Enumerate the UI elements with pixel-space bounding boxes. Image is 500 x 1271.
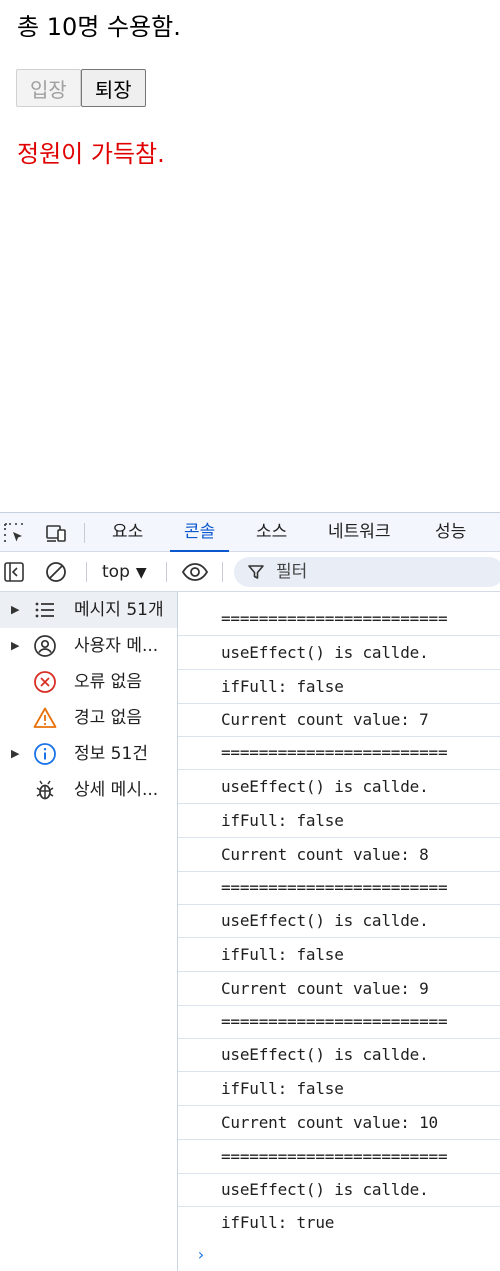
console-message[interactable]: ifFull: true: [178, 1206, 500, 1240]
context-label: top: [102, 562, 130, 582]
eye-icon[interactable]: [181, 560, 209, 584]
devtools-tabbar: 요소 콘솔 소스 네트워크 성능: [0, 512, 500, 552]
console-message-text: useEffect() is callde.: [221, 1180, 429, 1199]
console-message[interactable]: ========================: [178, 602, 500, 636]
console-message[interactable]: useEffect() is callde.: [178, 904, 500, 938]
console-message-text: Current count value: 8: [221, 845, 429, 864]
bug-icon: [33, 778, 57, 802]
console-message[interactable]: ifFull: false: [178, 938, 500, 972]
console-message-text: useEffect() is callde.: [221, 777, 429, 796]
sidebar-item-errors[interactable]: 오류 없음: [0, 664, 177, 700]
caret-down-icon: ▼: [135, 565, 147, 581]
console-message[interactable]: Current count value: 10: [178, 1106, 500, 1140]
console-message[interactable]: useEffect() is callde.: [178, 1038, 500, 1072]
enter-button[interactable]: 입장: [16, 69, 81, 107]
sidebar-toggle-icon[interactable]: [2, 560, 26, 584]
toolbar-divider: [84, 523, 85, 543]
console-message-text: ifFull: false: [221, 811, 344, 830]
tab-console[interactable]: 콘솔: [169, 513, 230, 552]
exit-button[interactable]: 퇴장: [80, 69, 146, 107]
page-content: 총 10명 수용함. 입장 퇴장 정원이 가득참.: [0, 0, 500, 512]
filter-placeholder: 필터: [276, 562, 308, 582]
sidebar-item-user-messages[interactable]: ▶ 사용자 메...: [0, 628, 177, 664]
context-selector[interactable]: top ▼: [102, 560, 147, 584]
console-log-area: ======================== useEffect() is …: [178, 592, 500, 1271]
console-message-text: useEffect() is callde.: [221, 1045, 429, 1064]
sidebar-item-label: 상세 메시...: [74, 780, 159, 800]
console-message-text: useEffect() is callde.: [221, 643, 429, 662]
console-message[interactable]: ifFull: false: [178, 804, 500, 838]
user-icon: [33, 634, 57, 658]
console-message[interactable]: ========================: [178, 1005, 500, 1039]
sidebar-item-info[interactable]: ▶ 정보 51건: [0, 736, 177, 772]
console-message-text: useEffect() is callde.: [221, 911, 429, 930]
expand-triangle-icon[interactable]: ▶: [11, 603, 19, 616]
full-message: 정원이 가득참.: [17, 140, 165, 168]
console-message-text: ifFull: false: [221, 677, 344, 696]
console-message-text: Current count value: 7: [221, 710, 429, 729]
sidebar-item-label: 정보 51건: [74, 744, 148, 764]
clear-console-icon[interactable]: [44, 560, 68, 584]
console-message-text: ========================: [221, 1012, 448, 1031]
sidebar-item-verbose[interactable]: 상세 메시...: [0, 772, 177, 808]
expand-triangle-icon[interactable]: ▶: [11, 747, 19, 760]
console-toolbar: top ▼ 필터: [0, 552, 500, 592]
console-message[interactable]: Current count value: 7: [178, 703, 500, 737]
tab-sources[interactable]: 소스: [256, 513, 287, 552]
sidebar-item-warnings[interactable]: 경고 없음: [0, 700, 177, 736]
console-message-text: Current count value: 9: [221, 979, 429, 998]
info-icon: [33, 742, 57, 766]
list-icon: [33, 598, 57, 622]
console-message-text: Current count value: 10: [221, 1113, 438, 1132]
console-prompt[interactable]: ›: [196, 1245, 206, 1264]
sidebar-item-label: 경고 없음: [74, 708, 142, 728]
console-message[interactable]: Current count value: 9: [178, 972, 500, 1006]
sidebar-item-messages[interactable]: ▶ 메시지 51개: [0, 592, 177, 628]
error-icon: [33, 670, 57, 694]
device-toolbar-icon[interactable]: [44, 521, 68, 545]
button-row: 입장 퇴장: [16, 69, 146, 107]
filter-input[interactable]: 필터: [234, 557, 500, 587]
console-message-text: ========================: [221, 878, 448, 897]
console-message[interactable]: useEffect() is callde.: [178, 770, 500, 804]
sidebar-item-label: 사용자 메...: [74, 636, 159, 656]
console-message-text: ifFull: false: [221, 1079, 344, 1098]
console-message-text: ifFull: true: [221, 1213, 335, 1232]
console-message[interactable]: Current count value: 8: [178, 838, 500, 872]
console-message[interactable]: ifFull: false: [178, 670, 500, 704]
console-message-text: ========================: [221, 609, 448, 628]
expand-triangle-icon[interactable]: ▶: [11, 639, 19, 652]
devtools-panel: 요소 콘솔 소스 네트워크 성능 top ▼ 필터 ▶ 메시지 51개 ▶ 사용…: [0, 512, 500, 1271]
tab-network[interactable]: 네트워크: [328, 513, 391, 552]
toolbar-divider: [222, 562, 223, 582]
capacity-heading: 총 10명 수용함.: [17, 13, 181, 41]
console-message-text: ========================: [221, 1147, 448, 1166]
console-message-text: ifFull: false: [221, 945, 344, 964]
toolbar-divider: [86, 562, 87, 582]
console-message[interactable]: useEffect() is callde.: [178, 1173, 500, 1207]
warning-icon: [33, 706, 57, 730]
console-sidebar: ▶ 메시지 51개 ▶ 사용자 메... 오류 없음 경고 없음 ▶ 정보 51…: [0, 592, 178, 1271]
console-message-text: ========================: [221, 743, 448, 762]
console-message[interactable]: ========================: [178, 1140, 500, 1174]
tab-elements[interactable]: 요소: [112, 513, 143, 552]
console-message[interactable]: ifFull: false: [178, 1072, 500, 1106]
tab-performance[interactable]: 성능: [435, 513, 466, 552]
inspect-element-icon[interactable]: [2, 521, 26, 545]
console-message[interactable]: ========================: [178, 736, 500, 770]
console-message[interactable]: useEffect() is callde.: [178, 636, 500, 670]
toolbar-divider: [166, 562, 167, 582]
filter-icon: [248, 565, 264, 579]
sidebar-item-label: 메시지 51개: [74, 600, 164, 620]
sidebar-item-label: 오류 없음: [74, 672, 142, 692]
console-message[interactable]: ========================: [178, 871, 500, 905]
